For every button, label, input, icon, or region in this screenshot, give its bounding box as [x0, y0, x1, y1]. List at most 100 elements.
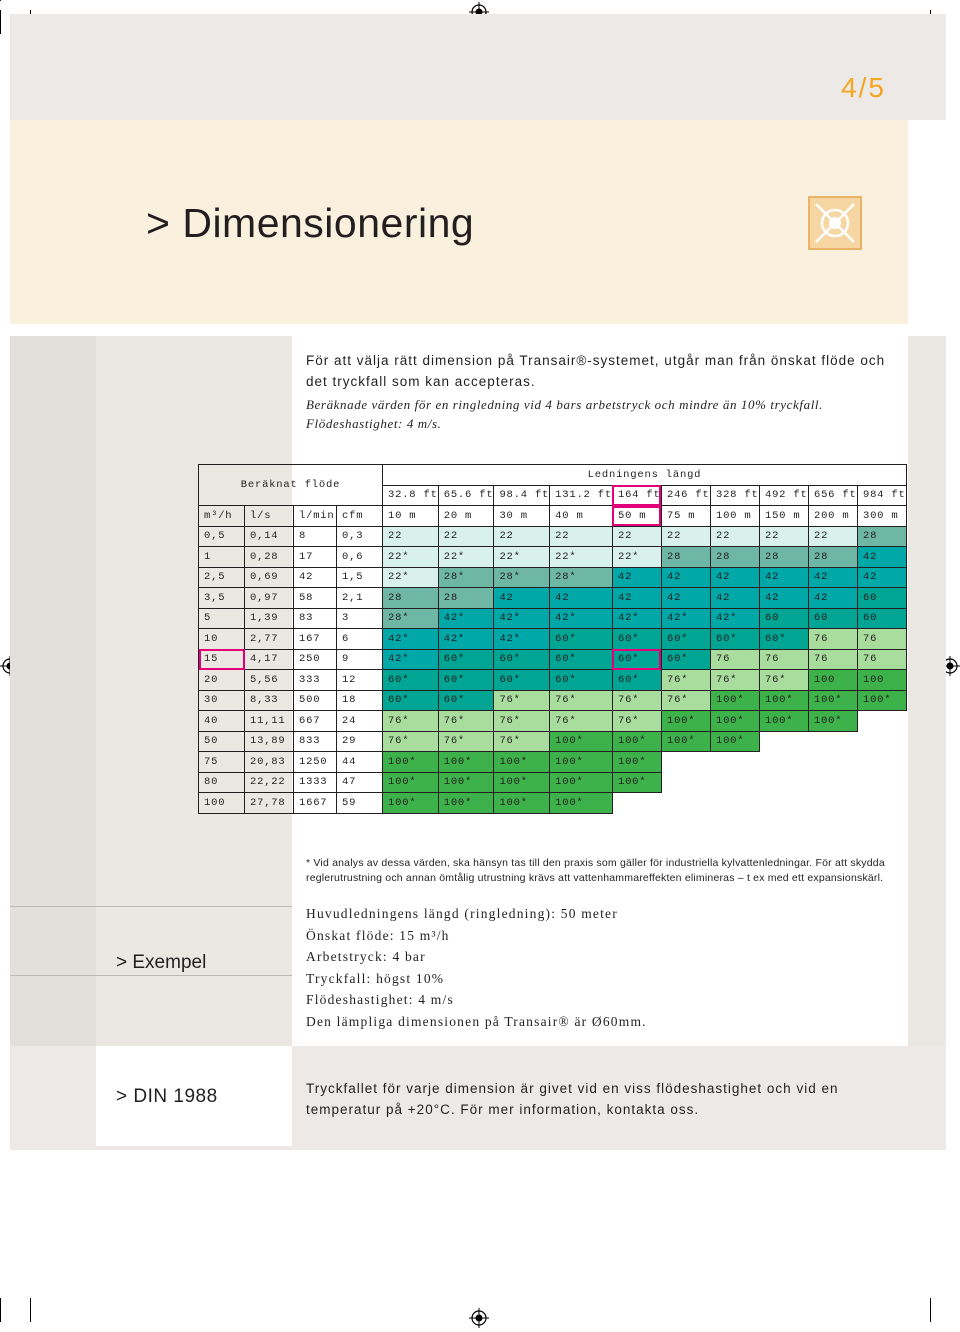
flow-cell: 1,5	[336, 566, 383, 588]
dimension-cell: 22*	[382, 566, 439, 588]
length-label: 20 m	[437, 505, 495, 527]
dimension-cell: 60*	[758, 628, 809, 650]
table-row: 0,5 0,14 8 0,3 22 22 22 22 22 22 22 22 22 28	[198, 525, 907, 547]
empty-cell	[808, 752, 857, 773]
flow-cell: 11,11	[244, 710, 294, 732]
dimension-cell: 42	[549, 587, 613, 609]
dimension-cell: 60*	[611, 648, 662, 670]
flow-cell: 3	[336, 607, 383, 629]
dimension-cell: 28*	[382, 607, 439, 629]
flow-cell: 12	[336, 669, 383, 691]
flow-cell: 1	[198, 546, 245, 568]
dimension-cell: 100*	[437, 771, 495, 793]
ft-label: 65.6 ft	[437, 484, 495, 506]
flow-cell: 500	[293, 689, 337, 711]
flow-cell: 2,77	[244, 628, 294, 650]
dimension-cell: 100*	[493, 792, 551, 814]
dimension-cell: 76	[856, 648, 907, 670]
example-line: Huvudledningens längd (ringledning): 50 …	[306, 906, 618, 921]
dimension-cell: 28	[660, 546, 711, 568]
flow-cell: 100	[198, 792, 245, 814]
dimension-cell: 60*	[437, 689, 495, 711]
empty-cell	[661, 752, 710, 773]
example-text: Huvudledningens längd (ringledning): 50 …	[306, 903, 647, 1032]
dimension-cell: 22	[437, 525, 495, 547]
dimension-cell: 76	[758, 648, 809, 670]
dimension-cell: 42	[611, 587, 662, 609]
dimension-cell: 42*	[660, 607, 711, 629]
empty-cell	[857, 711, 906, 732]
dimension-cell: 22	[382, 525, 439, 547]
flow-cell: 0,6	[336, 546, 383, 568]
dimension-cell: 42*	[709, 607, 760, 629]
flow-cell: 333	[293, 669, 337, 691]
flow-cell: 44	[336, 751, 383, 773]
flow-cell: 42	[293, 566, 337, 588]
dimension-cell: 60	[856, 607, 907, 629]
flow-cell: 10	[198, 628, 245, 650]
empty-cell	[661, 793, 710, 814]
flow-cell: 80	[198, 771, 245, 793]
flow-cell: 29	[336, 730, 383, 752]
dimension-cell: 22	[493, 525, 551, 547]
empty-cell	[759, 793, 808, 814]
dimension-cell: 100*	[709, 710, 760, 732]
flow-cell: 5,56	[244, 669, 294, 691]
length-label: 150 m	[758, 505, 809, 527]
flow-cell: 27,78	[244, 792, 294, 814]
din-text: Tryckfallet för varje dimension är givet…	[306, 1081, 839, 1117]
dimension-cell: 22*	[437, 546, 495, 568]
dimension-cell: 100	[807, 669, 858, 691]
table-row: 50 13,89 833 29 76* 76* 76* 100* 100* 100* 100*	[198, 730, 907, 752]
dimension-cell: 76*	[437, 730, 495, 752]
dimension-cell: 100*	[611, 771, 662, 793]
dimension-cell: 76*	[382, 710, 439, 732]
dimension-cell: 76	[807, 648, 858, 670]
dimension-cell: 22	[549, 525, 613, 547]
empty-cell	[808, 731, 857, 752]
ft-label: 164 ft	[611, 484, 662, 506]
empty-cell	[759, 772, 808, 793]
table-header-row: m³/h l/s l/min cfm 10 m 20 m 30 m 40 m 50 m 75 m1…	[198, 505, 907, 527]
dimension-cell: 42*	[382, 648, 439, 670]
flow-cell: 1250	[293, 751, 337, 773]
flow-cell: 15	[198, 648, 245, 670]
unit-label: l/min	[293, 505, 337, 527]
dimension-table: Beräknat flöde Ledningens längd 32.8 ft 6…	[198, 464, 907, 814]
flow-cell: 17	[293, 546, 337, 568]
dimension-cell: 42	[807, 587, 858, 609]
dimension-cell: 76*	[493, 730, 551, 752]
empty-cell	[710, 772, 759, 793]
dimension-cell: 76*	[660, 689, 711, 711]
dimension-cell: 42	[709, 587, 760, 609]
example-label: > Exempel	[116, 952, 207, 973]
length-label: 75 m	[660, 505, 711, 527]
dimension-cell: 76*	[437, 710, 495, 732]
dimension-cell: 60*	[382, 689, 439, 711]
flow-cell: 1667	[293, 792, 337, 814]
dimension-cell: 28	[382, 587, 439, 609]
dimension-cell: 76*	[382, 730, 439, 752]
dimension-cell: 76*	[493, 689, 551, 711]
flow-cell: 0,14	[244, 525, 294, 547]
flow-cell: 1,39	[244, 607, 294, 629]
table-row: 20 5,56 333 12 60* 60* 60* 60* 60* 76* 76* 76* 100 10…	[198, 669, 907, 691]
flow-cell: 6	[336, 628, 383, 650]
flow-cell: 0,69	[244, 566, 294, 588]
dimension-cell: 22	[660, 525, 711, 547]
empty-cell	[857, 793, 906, 814]
table-row: 2,5 0,69 42 1,5 22* 28* 28* 28* 42 42 42 42 42 42	[198, 566, 907, 588]
page-number: 4/5	[841, 72, 886, 103]
dimension-cell: 22*	[382, 546, 439, 568]
intro-italic-text: Beräknade värden för en ringledning vid …	[306, 397, 823, 431]
flow-cell: 58	[293, 587, 337, 609]
table-row: 40 11,11 667 24 76* 76* 76* 76* 76* 100* 100* 100* 1…	[198, 710, 907, 732]
table-row: 3,5 0,97 58 2,1 28 28 42 42 42 42 42 42 42 60	[198, 587, 907, 609]
dimension-cell: 100*	[549, 751, 613, 773]
ft-label: 131.2 ft	[549, 484, 613, 506]
example-line: Tryckfall: högst 10%	[306, 970, 445, 986]
dimension-cell: 76	[807, 628, 858, 650]
dimension-cell: 28	[709, 546, 760, 568]
length-label: 40 m	[549, 505, 613, 527]
flow-cell: 24	[336, 710, 383, 732]
